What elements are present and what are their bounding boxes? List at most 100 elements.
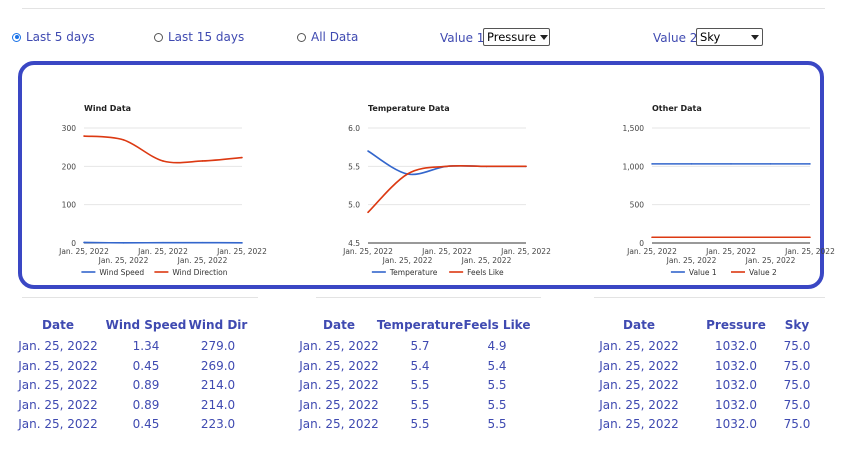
data-point	[690, 163, 693, 165]
data-point	[769, 236, 772, 239]
table-header-cell: Wind Dir	[188, 318, 248, 332]
top-divider	[22, 8, 825, 9]
table-cell: 5.5	[487, 378, 507, 392]
data-point	[241, 156, 243, 159]
legend-label: Temperature	[389, 268, 438, 277]
data-point	[83, 135, 85, 137]
other-chart: Other Data 0 500 1,000 1,500 Jan. 25, 2022 Jan…	[612, 65, 836, 289]
x-tick-label: Jan. 25, 2022	[421, 247, 472, 256]
data-point	[241, 242, 243, 244]
data-point	[485, 165, 488, 168]
y-tick-label: 500	[630, 201, 645, 210]
data-point	[651, 163, 653, 165]
wind-chart-svg: Wind Data0100200300Jan. 25, 2022Jan. 25,…	[58, 104, 267, 277]
x-tick-label: Jan. 25, 2022	[784, 247, 835, 256]
table-cell: Jan. 25, 2022	[18, 378, 98, 392]
data-point	[730, 163, 732, 165]
wind-chart: Wind Data 0 100 200 300 Jan. 25, 2022 Jan. 25,…	[44, 65, 267, 289]
radio-last-15-days[interactable]: Last 15 days	[154, 30, 244, 44]
y-tick-label: 200	[62, 162, 77, 171]
table-cell: Jan. 25, 2022	[599, 358, 679, 373]
x-tick-label: Jan. 25, 2022	[98, 256, 149, 265]
y-tick-label: 5.0	[348, 201, 360, 210]
x-tick-label: Jan. 25, 2022	[58, 247, 109, 256]
table-cell: 223.0	[200, 417, 236, 431]
data-point	[690, 236, 693, 239]
table-cell: 279.0	[200, 339, 236, 353]
table-cell: Jan. 25, 2022	[599, 397, 679, 412]
data-point	[730, 236, 732, 239]
radio-all-data[interactable]: All Data	[297, 30, 358, 44]
table-cell: 5.4	[487, 358, 507, 373]
data-point	[367, 150, 369, 152]
value2-label: Value 2	[653, 31, 698, 45]
table-cell: 5.5	[487, 417, 507, 431]
data-point	[809, 163, 811, 165]
value1-selected: Pressure	[487, 30, 537, 44]
data-point	[162, 160, 164, 162]
chart-title: Wind Data	[84, 104, 131, 113]
table-cell: Jan. 25, 2022	[599, 339, 679, 353]
table-divider	[316, 297, 541, 298]
chevron-down-icon	[751, 34, 759, 40]
data-point	[446, 165, 448, 168]
legend-label: Feels Like	[467, 268, 504, 277]
series-line	[83, 135, 243, 164]
x-tick-label: Jan. 25, 2022	[216, 247, 267, 256]
table-cell: 4.9	[487, 339, 507, 353]
other-chart-svg: Other Data05001,0001,500Jan. 25, 2022Jan…	[623, 104, 836, 277]
data-point	[525, 165, 527, 168]
data-point	[122, 139, 125, 141]
temperature-chart: Temperature Data 4.5 5.0 5.5 6.0 Jan. 25, 202…	[328, 65, 551, 289]
table-header-cell: Date	[623, 318, 655, 332]
table-divider	[22, 297, 258, 298]
radio-indicator[interactable]	[12, 32, 21, 42]
radio-indicator[interactable]	[297, 32, 306, 42]
legend-label: Wind Direction	[172, 268, 227, 277]
data-point	[162, 241, 164, 244]
table-cell: Jan. 25, 2022	[599, 417, 679, 431]
y-tick-label: 6.0	[348, 124, 360, 133]
value2-select[interactable]: Sky	[696, 28, 763, 46]
radio-label: Last 5 days	[26, 30, 95, 44]
x-tick-label: Jan. 25, 2022	[626, 247, 677, 256]
filter-controls: Last 5 days Last 15 days All Data Value …	[0, 27, 845, 49]
x-tick-label: Jan. 25, 2022	[745, 256, 796, 265]
table-cell: 214.0	[200, 378, 236, 392]
chart-legend: Wind Speed Wind Direction	[81, 268, 228, 277]
data-point	[651, 236, 653, 239]
value1-select[interactable]: Pressure	[483, 28, 550, 46]
table-header-cell: Sky	[784, 318, 810, 332]
radio-last-5-days[interactable]: Last 5 days	[12, 30, 95, 44]
table-cell: Jan. 25, 2022	[18, 397, 98, 412]
data-point	[122, 242, 125, 244]
table-cell: 75.0	[783, 397, 811, 412]
data-point	[406, 173, 409, 175]
table-cell: 75.0	[783, 417, 811, 431]
series-line	[367, 164, 526, 213]
table-cell: 269.0	[200, 358, 236, 373]
value2-selected: Sky	[700, 30, 721, 44]
x-tick-label: Jan. 25, 2022	[177, 256, 228, 265]
y-tick-label: 5.5	[348, 162, 360, 171]
table-cell: Jan. 25, 2022	[18, 358, 98, 373]
y-tick-label: 1,500	[623, 124, 645, 133]
table-cell: 5.5	[487, 397, 507, 412]
radio-indicator[interactable]	[154, 32, 163, 42]
table-cell: Jan. 25, 2022	[18, 339, 98, 353]
value1-label: Value 1	[440, 31, 485, 45]
data-point	[809, 236, 811, 239]
table-header-cell: Date	[42, 318, 74, 332]
table-cell: Jan. 25, 2022	[18, 417, 98, 431]
series-line	[367, 150, 526, 176]
x-tick-label: Jan. 25, 2022	[137, 247, 188, 256]
data-point	[769, 163, 772, 165]
table-cell: 75.0	[783, 339, 811, 353]
legend-label: Value 2	[749, 268, 777, 277]
legend-label: Value 1	[689, 268, 717, 277]
y-tick-label: 100	[62, 201, 77, 210]
y-tick-label: 300	[62, 124, 77, 133]
chart-title: Temperature Data	[368, 104, 450, 113]
x-tick-label: Jan. 25, 2022	[342, 247, 393, 256]
y-tick-label: 1,000	[623, 162, 645, 171]
